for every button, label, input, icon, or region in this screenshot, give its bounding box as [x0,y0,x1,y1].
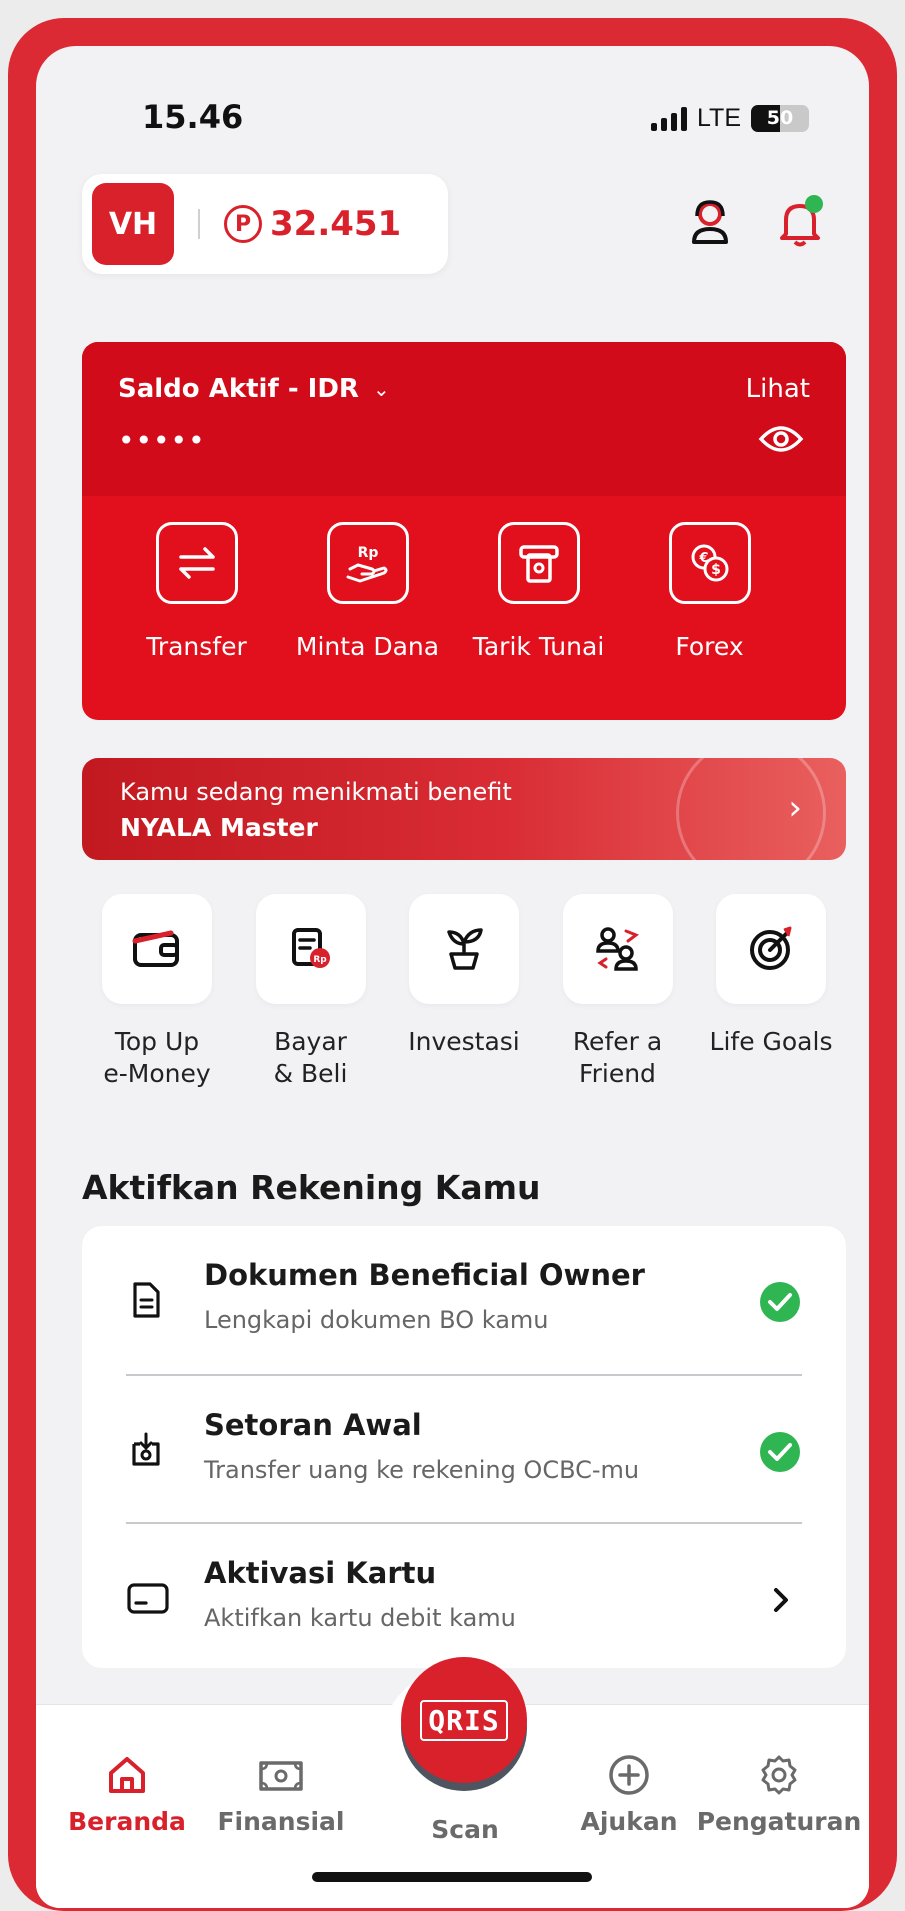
shortcut-grid: Top Up e-Money Rp Bayar & Beli Investasi… [82,894,846,1090]
transfer-label: Transfer [146,632,247,661]
gear-icon [761,1755,797,1795]
home-icon [109,1757,145,1793]
deposit-icon [126,1430,166,1470]
refer-icon [562,894,673,1004]
benefit-tier: NYALA Master [120,813,318,842]
activation-item-beneficial-owner[interactable]: Dokumen Beneficial Owner Lengkapi dokume… [126,1226,802,1374]
shortcut-investasi[interactable]: Investasi [389,894,539,1090]
cash-withdraw-label: Tarik Tunai [472,632,605,661]
points-icon: P [224,205,262,243]
shortcut-label: Bayar & Beli [273,1027,348,1088]
profile-points-pill[interactable]: VH P 32.451 [82,174,448,274]
status-indicators: LTE 50 [651,104,809,133]
nav-label: Finansial [217,1807,345,1836]
request-money-button[interactable]: Rp Minta Dana [282,522,453,661]
activation-item-title: Dokumen Beneficial Owner [204,1258,645,1292]
shortcut-label: Refer a Friend [572,1027,663,1088]
benefit-text: Kamu sedang menikmati benefit [120,778,512,806]
account-selector[interactable]: Saldo Aktif - IDR ⌄ [118,374,390,404]
target-icon [716,894,826,1004]
quick-actions: Transfer Rp Minta Dana Tarik Tunai € $ F… [82,522,846,661]
activation-item-subtitle: Lengkapi dokumen BO kamu [204,1306,549,1334]
balance-card: Saldo Aktif - IDR ⌄ ••••• Lihat Transfer… [82,342,846,720]
chevron-right-icon: › [788,788,802,828]
shortcut-life-goals[interactable]: Life Goals [696,894,846,1090]
divider [198,209,200,239]
network-type: LTE [697,104,741,132]
signal-icon [651,106,687,131]
nav-label: Ajukan [580,1807,678,1836]
nav-label: Beranda [68,1807,186,1836]
battery-icon: 50 [751,105,809,132]
shortcut-bayar-beli[interactable]: Rp Bayar & Beli [236,894,386,1090]
bill-icon: Rp [255,894,366,1004]
qris-scan-button[interactable]: QRIS [401,1657,527,1783]
nav-label: Pengaturan [696,1807,862,1836]
svg-text:$: $ [711,562,721,578]
chevron-down-icon: ⌄ [372,377,390,401]
forex-label: Forex [675,632,744,661]
transfer-icon [155,522,238,604]
nav-ajukan[interactable]: Ajukan [554,1753,704,1836]
shortcut-label: Life Goals [709,1027,833,1056]
transfer-button[interactable]: Transfer [111,522,282,661]
check-circle-icon [758,1430,802,1478]
cash-withdraw-button[interactable]: Tarik Tunai [453,522,624,661]
balance-hidden-value: ••••• [118,424,206,457]
nav-pengaturan[interactable]: Pengaturan [697,1753,861,1836]
svg-text:Rp: Rp [357,545,378,561]
chevron-right-icon [758,1578,802,1626]
document-icon [126,1280,166,1320]
balance-summary: Saldo Aktif - IDR ⌄ ••••• Lihat [82,342,846,496]
forex-button[interactable]: € $ Forex [624,522,795,661]
shortcut-top-up[interactable]: Top Up e-Money [82,894,232,1090]
activation-section-title: Aktifkan Rekening Kamu [82,1168,541,1207]
avatar[interactable]: VH [92,183,174,265]
battery-level: 50 [766,107,794,129]
account-label: Saldo Aktif - IDR [118,374,359,404]
wallet-icon [102,894,212,1004]
customer-service-icon[interactable] [682,194,738,250]
nav-label: Scan [431,1815,499,1844]
activation-item-title: Setoran Awal [204,1408,422,1442]
nav-scan[interactable]: Scan [390,1805,540,1844]
benefit-banner[interactable]: Kamu sedang menikmati benefit NYALA Mast… [82,758,846,860]
shortcut-label: Investasi [408,1027,520,1056]
status-time: 15.46 [142,98,244,136]
card-icon [126,1578,169,1618]
cash-withdraw-icon [497,522,580,604]
app-screen: 15.46 LTE 50 VH P 32.451 Saldo Aktif - I… [36,46,869,1908]
request-money-icon: Rp [326,522,409,604]
eye-icon[interactable] [758,422,804,460]
request-money-label: Minta Dana [295,632,440,661]
device-frame: 15.46 LTE 50 VH P 32.451 Saldo Aktif - I… [8,18,897,1911]
notification-bell-icon[interactable] [772,194,828,250]
plant-icon [409,894,519,1004]
money-icon [259,1761,303,1791]
activation-item-card[interactable]: Aktivasi Kartu Aktifkan kartu debit kamu [126,1522,802,1666]
activation-item-subtitle: Aktifkan kartu debit kamu [204,1604,516,1632]
svg-text:€: € [698,551,708,566]
activation-item-title: Aktivasi Kartu [204,1556,437,1590]
home-indicator[interactable] [312,1872,592,1882]
shortcut-refer-friend[interactable]: Refer a Friend [543,894,693,1090]
activation-card: Dokumen Beneficial Owner Lengkapi dokume… [82,1226,846,1668]
svg-text:Rp: Rp [313,955,327,965]
nav-beranda[interactable]: Beranda [52,1753,202,1836]
view-balance-label[interactable]: Lihat [746,374,810,404]
status-bar: 15.46 LTE 50 [36,98,869,148]
nav-finansial[interactable]: Finansial [206,1753,356,1836]
points-value: 32.451 [270,204,402,244]
shortcut-label: Top Up e-Money [103,1027,211,1088]
qris-logo: QRIS [420,1699,508,1741]
activation-item-initial-deposit[interactable]: Setoran Awal Transfer uang ke rekening O… [126,1374,802,1522]
plus-circle-icon [609,1755,649,1795]
check-circle-icon [758,1280,802,1328]
activation-item-subtitle: Transfer uang ke rekening OCBC-mu [204,1456,640,1484]
forex-icon: € $ [668,522,751,604]
globe-decoration [676,758,826,860]
